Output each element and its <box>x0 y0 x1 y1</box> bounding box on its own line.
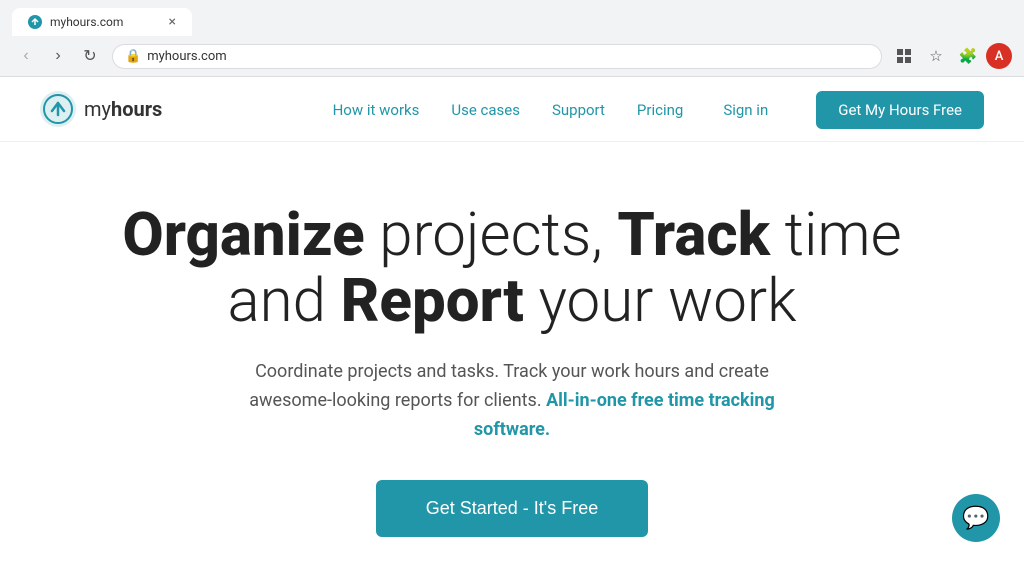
headline-time: time <box>770 199 902 270</box>
nav-link-support[interactable]: Support <box>552 101 605 119</box>
nav-link-use-cases[interactable]: Use cases <box>451 101 520 119</box>
browser-toolbar: ‹ › ↻ 🔒 myhours.com ☆ � <box>0 36 1024 76</box>
hero-headline: Organize projects, Track time and Report… <box>40 202 984 334</box>
website-content: myhours How it works Use cases Support P… <box>0 77 1024 577</box>
logo-icon <box>40 91 76 127</box>
address-bar[interactable]: 🔒 myhours.com <box>112 44 882 69</box>
grid-icon <box>896 48 912 64</box>
forward-icon: › <box>55 47 60 65</box>
headline-your-work: your work <box>524 265 797 336</box>
back-icon: ‹ <box>23 47 28 65</box>
star-icon: ☆ <box>929 47 942 65</box>
hero-section: Organize projects, Track time and Report… <box>0 142 1024 577</box>
nav-item-how-it-works: How it works <box>333 100 420 119</box>
nav-item-use-cases: Use cases <box>451 100 520 119</box>
tab-close-button[interactable]: × <box>169 14 176 30</box>
logo-link[interactable]: myhours <box>40 91 162 127</box>
nav-item-cta: Get My Hours Free <box>800 100 984 119</box>
profile-avatar[interactable]: A <box>986 43 1012 69</box>
browser-toolbar-icons: ☆ 🧩 A <box>890 42 1012 70</box>
lock-icon: 🔒 <box>125 49 141 64</box>
extensions-button[interactable]: 🧩 <box>954 42 982 70</box>
nav-cta-button[interactable]: Get My Hours Free <box>816 91 984 129</box>
site-nav: myhours How it works Use cases Support P… <box>0 77 1024 142</box>
grid-icon-button[interactable] <box>890 42 918 70</box>
headline-report: Report <box>341 265 524 336</box>
chat-widget[interactable]: 💬 <box>952 494 1000 542</box>
star-button[interactable]: ☆ <box>922 42 950 70</box>
nav-link-sign-in[interactable]: Sign in <box>723 101 768 119</box>
browser-nav-buttons: ‹ › ↻ <box>12 42 104 70</box>
browser-chrome: myhours.com × ‹ › ↻ 🔒 myhours.com <box>0 0 1024 77</box>
hero-subtext: Coordinate projects and tasks. Track you… <box>212 358 812 444</box>
nav-links: How it works Use cases Support Pricing S… <box>333 100 984 119</box>
tab-favicon <box>28 15 42 29</box>
chat-icon: 💬 <box>962 506 989 531</box>
nav-item-support: Support <box>552 100 605 119</box>
nav-link-pricing[interactable]: Pricing <box>637 101 683 119</box>
browser-tabs: myhours.com × <box>0 0 1024 36</box>
reload-icon: ↻ <box>83 46 96 66</box>
active-tab[interactable]: myhours.com × <box>12 8 192 36</box>
forward-button[interactable]: › <box>44 42 72 70</box>
logo-text: myhours <box>84 97 162 121</box>
reload-button[interactable]: ↻ <box>76 42 104 70</box>
tab-title: myhours.com <box>50 15 123 29</box>
headline-projects: projects, <box>365 199 618 270</box>
nav-link-how-it-works[interactable]: How it works <box>333 101 420 119</box>
puzzle-icon: 🧩 <box>959 47 978 65</box>
address-text: myhours.com <box>147 49 869 64</box>
back-button[interactable]: ‹ <box>12 42 40 70</box>
nav-item-sign-in: Sign in <box>715 100 768 119</box>
headline-track: Track <box>617 199 770 270</box>
headline-organize: Organize <box>122 199 364 270</box>
headline-and: and <box>227 265 340 336</box>
nav-item-pricing: Pricing <box>637 100 683 119</box>
hero-cta-button[interactable]: Get Started - It's Free <box>376 480 649 537</box>
